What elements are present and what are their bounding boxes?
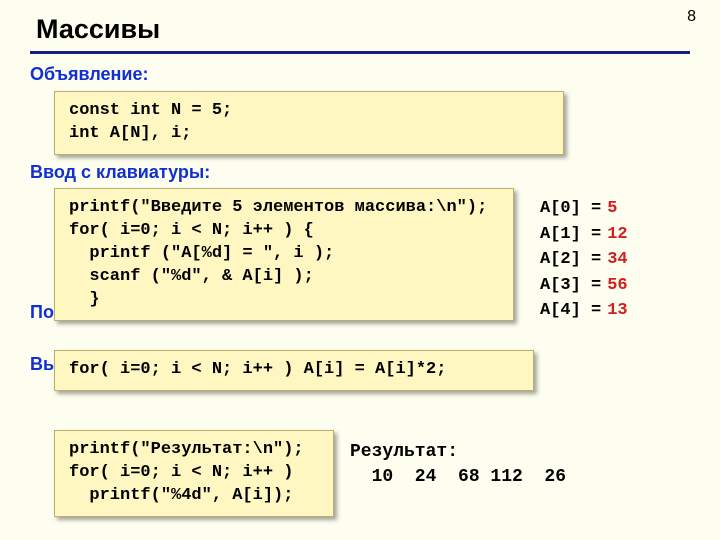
page-number: 8 bbox=[687, 8, 696, 26]
code-declaration: const int N = 5; int A[N], i; bbox=[54, 91, 564, 155]
array-key: A[1] = bbox=[540, 225, 601, 244]
array-val: 56 bbox=[607, 276, 627, 295]
code-input: printf("Введите 5 элементов массива:\n")… bbox=[54, 188, 514, 321]
section-processing: По bbox=[30, 302, 54, 323]
result-output: Результат: 10 24 68 112 26 bbox=[350, 440, 566, 490]
array-val: 12 bbox=[607, 225, 627, 244]
title-rule bbox=[30, 51, 690, 54]
section-declaration: Объявление: bbox=[30, 64, 690, 85]
section-input: Ввод с клавиатуры: bbox=[30, 162, 210, 183]
result-label: Результат: bbox=[350, 442, 458, 462]
array-row: A[1] = 12 bbox=[540, 222, 628, 248]
array-key: A[0] = bbox=[540, 199, 601, 218]
array-key: A[2] = bbox=[540, 250, 601, 269]
array-val: 34 bbox=[607, 250, 627, 269]
array-sample-values: A[0] = 5 A[1] = 12 A[2] = 34 A[3] = 56 A[4] … bbox=[540, 196, 628, 324]
page-title: Массивы bbox=[36, 14, 690, 45]
array-key: A[3] = bbox=[540, 276, 601, 295]
array-row: A[2] = 34 bbox=[540, 247, 628, 273]
array-val: 13 bbox=[607, 301, 627, 320]
result-values: 10 24 68 112 26 bbox=[350, 467, 566, 487]
array-val: 5 bbox=[607, 199, 617, 218]
slide: 8 Массивы Объявление: const int N = 5; i… bbox=[0, 0, 720, 540]
array-row: A[3] = 56 bbox=[540, 273, 628, 299]
code-transform: for( i=0; i < N; i++ ) A[i] = A[i]*2; bbox=[54, 350, 534, 391]
code-output: printf("Результат:\n"); for( i=0; i < N;… bbox=[54, 430, 334, 517]
array-row: A[4] = 13 bbox=[540, 298, 628, 324]
array-key: A[4] = bbox=[540, 301, 601, 320]
array-row: A[0] = 5 bbox=[540, 196, 628, 222]
